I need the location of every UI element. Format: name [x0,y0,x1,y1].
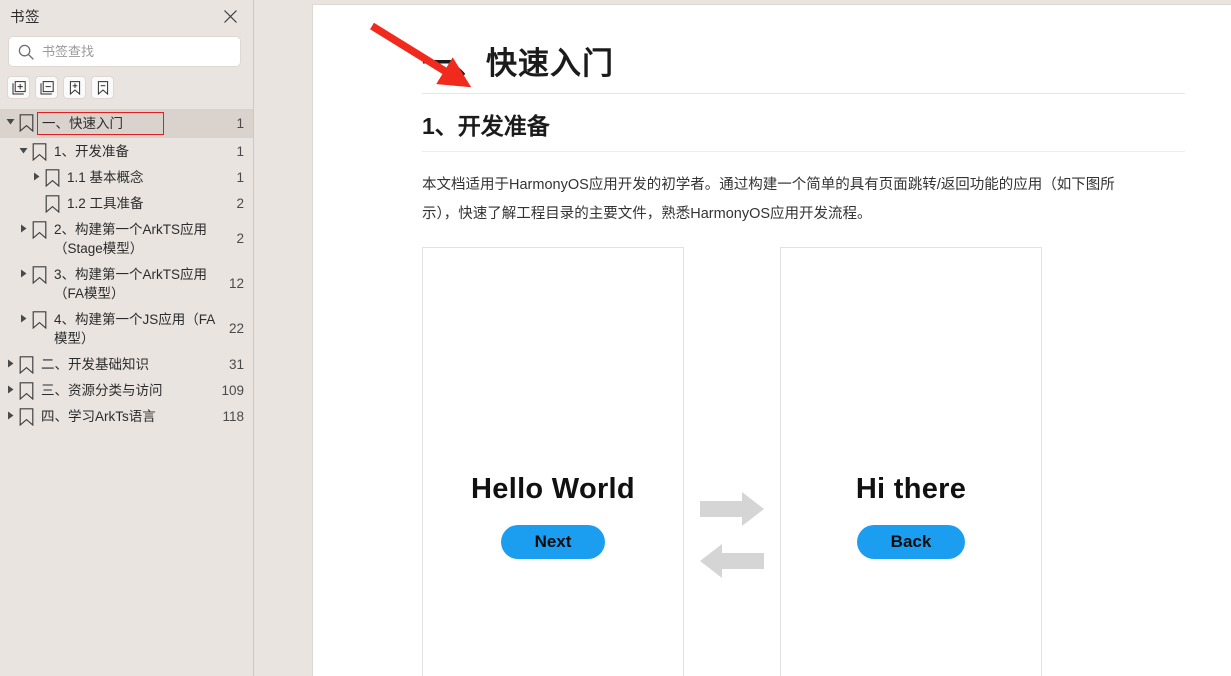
chevron-right-icon[interactable] [4,406,17,420]
bookmark-icon [30,309,48,329]
bookmark-icon [43,193,61,213]
bookmark-tree-item[interactable]: 四、学习ArkTs语言 118 [0,403,253,429]
bookmark-page-number: 118 [222,408,244,424]
bookmark-toolbar [0,67,253,106]
bookmark-plus-icon [67,80,83,96]
collapse-all-button[interactable] [35,76,58,99]
document-viewer: 一、快速入门 1、开发准备 本文档适用于HarmonyOS应用开发的初学者。通过… [254,0,1231,676]
document-paragraph: 本文档适用于HarmonyOS应用开发的初学者。通过构建一个简单的具有页面跳转/… [422,176,1115,222]
bookmark-item-label: 1.1 基本概念 [67,170,144,185]
bookmark-icon [17,380,35,400]
bookmark-item-label: 二、开发基础知识 [41,357,149,372]
arrow-left-icon [700,543,764,578]
bookmark-page-number: 1 [236,116,244,131]
phone-left-title: Hello World [471,472,635,505]
bookmark-item-label: 3、构建第一个ArkTS应用（FA模型） [54,267,208,301]
search-icon [17,43,35,61]
document-heading-1: 一、快速入门 [422,45,1185,94]
phone-left-content: Hello World Next [423,473,683,559]
chevron-right-icon[interactable] [30,167,43,181]
bookmark-minus-icon [95,80,111,96]
bookmark-tree-item[interactable]: 4、构建第一个JS应用（FA模型） 22 [0,306,253,351]
transition-arrows [684,247,780,578]
bookmark-tree-item[interactable]: 二、开发基础知识 31 [0,351,253,377]
bookmark-item-label: 2、构建第一个ArkTS应用（Stage模型） [54,222,208,256]
bookmark-page-number: 12 [228,276,244,291]
bookmark-tree-item[interactable]: 3、构建第一个ArkTS应用（FA模型） 12 [0,261,253,306]
bookmark-page-number: 2 [236,231,244,246]
next-button[interactable]: Next [500,524,606,559]
bookmark-tree-item[interactable]: 三、资源分类与访问 109 [0,377,253,403]
bookmark-icon [30,141,48,161]
bookmark-icon [17,406,35,426]
document-heading-2: 1、开发准备 [422,112,1185,152]
remove-bookmark-button[interactable] [91,76,114,99]
bookmark-icon [30,219,48,239]
bookmark-item-label: 1.2 工具准备 [67,196,144,211]
bookmark-page-number: 1 [236,169,244,185]
document-content: 一、快速入门 1、开发准备 本文档适用于HarmonyOS应用开发的初学者。通过… [313,5,1231,676]
bookmark-tree: 一、快速入门 1 1、开发准备 1 1.1 基本概念 1 1.2 工具准备 2 2、构建第一个A… [0,106,253,676]
bookmark-search-box[interactable] [8,36,241,67]
bookmark-item-label: 一、快速入门 [35,112,219,135]
chevron-right-icon[interactable] [17,264,30,278]
bookmark-tree-item[interactable]: 一、快速入门 1 [0,109,253,138]
chevron-right-icon[interactable] [4,380,17,394]
search-input[interactable] [42,44,232,59]
bookmark-page-number: 1 [236,143,244,159]
expand-all-button[interactable] [7,76,30,99]
box-minus-icon [39,80,55,96]
bookmark-search-container [0,32,253,67]
bookmark-tree-item[interactable]: 1.2 工具准备 2 [0,190,253,216]
app-root: 书签 书签查找 一、快速入门 1 1、开发准备 1 1.1 基本概念 1 1.2… [0,0,1231,676]
bookmark-icon [30,264,48,284]
back-button[interactable]: Back [856,524,966,559]
close-icon[interactable] [219,5,241,27]
panel-title: 书签 [10,9,40,26]
chevron-right-icon[interactable] [17,219,30,233]
bookmark-page-number: 22 [228,321,244,336]
bookmark-page-number: 31 [228,356,244,372]
bookmark-selection-outline: 一、快速入门 [37,112,164,135]
document-page: 一、快速入门 1、开发准备 本文档适用于HarmonyOS应用开发的初学者。通过… [312,4,1231,676]
add-bookmark-button[interactable] [63,76,86,99]
bookmark-page-number: 2 [236,195,244,211]
chevron-right-icon[interactable] [17,309,30,323]
chevron-right-icon[interactable] [4,354,17,368]
bookmark-icon [17,354,35,374]
box-plus-icon [11,80,27,96]
phone-mockup-right: Hi there Back [780,246,1042,676]
bookmarks-panel-header: 书签 [0,0,253,32]
bookmark-tree-item[interactable]: 1.1 基本概念 1 [0,164,253,190]
bookmark-page-number: 109 [221,382,244,398]
bookmark-icon [43,167,61,187]
bookmark-item-label: 1、开发准备 [54,144,130,159]
phone-mockup-left: Hello World Next [422,246,684,676]
bookmark-tree-item[interactable]: 2、构建第一个ArkTS应用（Stage模型） 2 [0,216,253,261]
arrow-right-icon [700,491,764,526]
phone-right-content: Hi there Back [781,473,1041,559]
figure-phone-mockups: Hello World Next Hi there Back [422,246,1185,676]
chevron-down-icon[interactable] [17,141,30,155]
bookmarks-panel: 书签 书签查找 一、快速入门 1 1、开发准备 1 1.1 基本概念 1 1.2… [0,0,254,676]
chevron-down-icon[interactable] [4,112,17,126]
bookmark-item-label: 四、学习ArkTs语言 [41,409,156,424]
bookmark-item-label: 4、构建第一个JS应用（FA模型） [54,312,216,346]
bookmark-icon [17,112,35,132]
bookmark-item-label: 三、资源分类与访问 [41,383,163,398]
bookmark-tree-item[interactable]: 1、开发准备 1 [0,138,253,164]
phone-right-title: Hi there [855,472,967,505]
